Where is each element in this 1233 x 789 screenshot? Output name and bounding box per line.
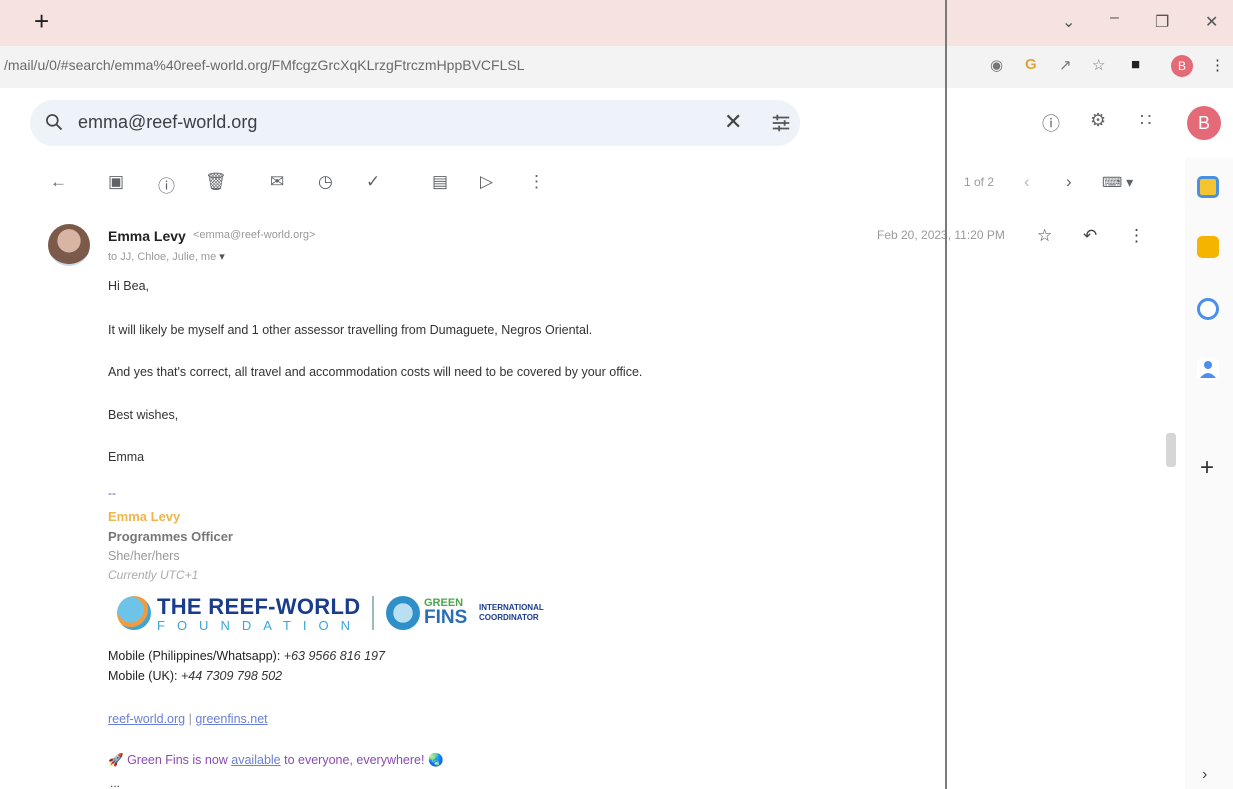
browser-menu-icon[interactable]: ⋮ bbox=[1210, 56, 1225, 74]
globe-icon: 🌏 bbox=[427, 753, 444, 767]
gear-icon[interactable]: ⚙ bbox=[1090, 110, 1106, 131]
search-input[interactable]: emma@reef-world.org bbox=[78, 112, 257, 133]
signature-pronouns: She/her/hers bbox=[108, 549, 180, 563]
body-closing: Best wishes, bbox=[108, 408, 179, 422]
green-fins-logo-icon bbox=[386, 596, 420, 630]
signature-separator: -- bbox=[108, 486, 116, 500]
mobile-uk: Mobile (UK): +44 7309 798 502 bbox=[108, 669, 283, 683]
logo-foundation-text: FOUNDATION bbox=[157, 618, 362, 633]
reply-icon[interactable]: ↶ bbox=[1083, 226, 1097, 246]
sender-email: <emma@reef-world.org> bbox=[193, 229, 316, 241]
tasks-icon[interactable] bbox=[1197, 298, 1219, 320]
mobile-philippines: Mobile (Philippines/Whatsapp): +63 9566 … bbox=[108, 649, 385, 663]
close-icon[interactable]: ✕ bbox=[1205, 12, 1218, 32]
mark-unread-icon[interactable]: ✉ bbox=[270, 172, 284, 192]
signature-name: Emma Levy bbox=[108, 509, 181, 524]
search-icon[interactable] bbox=[44, 112, 64, 132]
new-tab-button[interactable]: + bbox=[34, 8, 49, 34]
reef-world-link[interactable]: reef-world.org bbox=[108, 712, 185, 726]
star-icon[interactable]: ☆ bbox=[1092, 56, 1105, 74]
add-task-icon[interactable]: ✓ bbox=[366, 172, 380, 192]
reef-world-logo-icon bbox=[117, 596, 151, 630]
signature-timezone: Currently UTC+1 bbox=[108, 568, 199, 582]
snooze-icon[interactable]: ◷ bbox=[318, 172, 333, 192]
keyboard-icon[interactable]: ⌨ ▾ bbox=[1102, 174, 1133, 191]
label-icon[interactable]: ▷ bbox=[480, 172, 493, 192]
body-paragraph-2: And yes that's correct, all travel and a… bbox=[108, 365, 643, 379]
browser-titlebar: + ⌄ – ❐ ✕ bbox=[0, 0, 1233, 46]
back-icon[interactable]: ← bbox=[50, 172, 67, 192]
minimize-icon[interactable]: – bbox=[1110, 9, 1119, 27]
apps-grid-icon[interactable]: ∷ bbox=[1140, 110, 1151, 131]
address-bar[interactable]: /mail/u/0/#search/emma%40reef-world.org/… bbox=[0, 46, 1233, 88]
archive-icon[interactable]: ▣ bbox=[108, 172, 124, 192]
help-icon[interactable]: ⓘ bbox=[1042, 110, 1060, 136]
recipients-dropdown[interactable]: to JJ, Chloe, Julie, me ▾ bbox=[108, 250, 225, 263]
star-message-icon[interactable]: ☆ bbox=[1037, 226, 1052, 246]
search-options-icon[interactable] bbox=[770, 112, 792, 134]
body-greeting: Hi Bea, bbox=[108, 279, 149, 293]
next-icon[interactable]: › bbox=[1066, 172, 1072, 192]
message-toolbar: ← ▣ ⓘ 🗑 ✉ ◷ ✓ ▤ ▷ ⋮ 1 of 2 ‹ › ⌨ ▾ bbox=[0, 158, 1170, 208]
prev-icon[interactable]: ‹ bbox=[1024, 172, 1030, 192]
calendar-icon[interactable] bbox=[1197, 176, 1219, 198]
rocket-icon: 🚀 bbox=[108, 753, 124, 767]
signature-title: Programmes Officer bbox=[108, 529, 233, 544]
message-date: Feb 20, 2023, 11:20 PM bbox=[877, 228, 1005, 242]
add-addon-icon[interactable]: + bbox=[1200, 454, 1214, 482]
signature-logos: THE REEF-WORLD FOUNDATION GREEN FINS INT… bbox=[113, 590, 573, 636]
scrollbar[interactable] bbox=[1166, 433, 1176, 467]
search-bar[interactable]: emma@reef-world.org ✕ bbox=[30, 100, 800, 146]
gmail-header: emma@reef-world.org ✕ ⓘ ⚙ ∷ B bbox=[0, 88, 1233, 158]
contacts-icon[interactable] bbox=[1197, 358, 1219, 380]
account-avatar[interactable]: B bbox=[1187, 106, 1221, 140]
sidepanel-icon[interactable]: ■ bbox=[1131, 56, 1140, 73]
logo-fins-text: FINS bbox=[424, 607, 468, 628]
greenfins-link[interactable]: greenfins.net bbox=[195, 712, 267, 726]
keep-icon[interactable] bbox=[1197, 236, 1219, 258]
sender-name: Emma Levy bbox=[108, 228, 186, 244]
google-icon[interactable]: G bbox=[1025, 56, 1037, 73]
url-text[interactable]: /mail/u/0/#search/emma%40reef-world.org/… bbox=[4, 57, 525, 73]
pager-text: 1 of 2 bbox=[964, 175, 995, 189]
sender-avatar bbox=[48, 224, 90, 266]
restore-icon[interactable]: ❐ bbox=[1155, 12, 1169, 32]
caret-down-icon[interactable]: ▾ bbox=[219, 251, 225, 263]
logo-divider bbox=[372, 596, 374, 630]
screen-line-artifact bbox=[945, 0, 947, 789]
move-to-icon[interactable]: ▤ bbox=[432, 172, 448, 192]
clear-search-icon[interactable]: ✕ bbox=[724, 109, 742, 135]
report-spam-icon[interactable]: ⓘ bbox=[158, 172, 175, 197]
recipients-text: to JJ, Chloe, Julie, me bbox=[108, 251, 217, 263]
show-trimmed-content[interactable]: ... bbox=[110, 776, 120, 789]
logo-reef-text: THE REEF-WORLD bbox=[157, 594, 361, 619]
green-fins-announcement: 🚀 Green Fins is now available to everyon… bbox=[108, 753, 444, 767]
body-paragraph-1: It will likely be myself and 1 other ass… bbox=[108, 323, 593, 337]
chevron-down-icon[interactable]: ⌄ bbox=[1062, 12, 1075, 32]
message-more-icon[interactable]: ⋮ bbox=[1128, 226, 1145, 246]
body-signoff: Emma bbox=[108, 450, 145, 464]
available-link[interactable]: available bbox=[231, 753, 280, 767]
share-icon[interactable]: ↗ bbox=[1059, 56, 1072, 74]
more-icon[interactable]: ⋮ bbox=[528, 172, 545, 192]
signature-links: reef-world.org | greenfins.net bbox=[108, 712, 268, 726]
profile-avatar[interactable]: B bbox=[1171, 55, 1193, 77]
eye-icon[interactable]: ◉ bbox=[990, 56, 1003, 74]
logo-coordinator-text: INTERNATIONAL COORDINATOR bbox=[479, 603, 544, 622]
side-panel: + › bbox=[1185, 158, 1233, 789]
chevron-right-icon[interactable]: › bbox=[1202, 766, 1207, 784]
delete-icon[interactable]: 🗑 bbox=[205, 172, 227, 192]
